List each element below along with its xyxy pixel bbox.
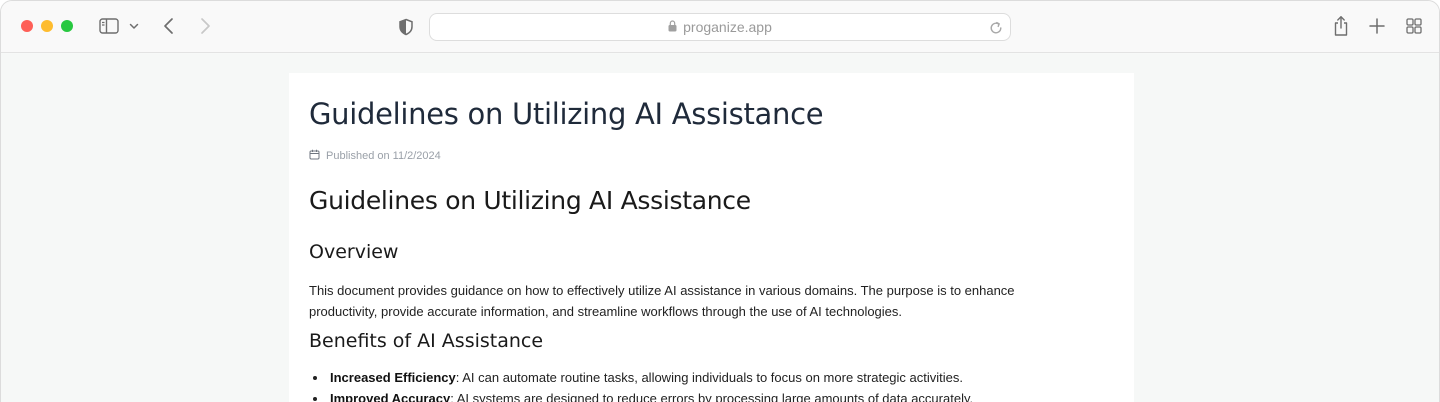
publish-date: Published on 11/2/2024 xyxy=(326,150,441,162)
benefit-term: Improved Accuracy xyxy=(330,391,451,402)
minimize-window-button[interactable] xyxy=(41,20,53,32)
lock-icon xyxy=(668,19,677,35)
address-bar[interactable]: proganize.app xyxy=(429,13,1011,41)
overview-paragraph: This document provides guidance on how t… xyxy=(309,283,1015,319)
url-text[interactable]: proganize.app xyxy=(683,19,772,35)
sidebar-icon[interactable] xyxy=(99,18,119,34)
benefit-term: Increased Efficiency xyxy=(330,370,456,385)
browser-toolbar: proganize.app xyxy=(1,1,1439,53)
publish-meta: Published on 11/2/2024 xyxy=(309,149,441,163)
chevron-down-icon[interactable] xyxy=(128,20,140,32)
list-item: Increased Efficiency: AI can automate ro… xyxy=(309,367,1109,388)
forward-icon[interactable] xyxy=(197,17,213,35)
tab-overview-icon[interactable] xyxy=(1405,17,1423,35)
page-viewport: Guidelines on Utilizing AI Assistance Pu… xyxy=(1,54,1439,402)
benefit-text: : AI systems are designed to reduce erro… xyxy=(450,391,974,402)
page-title: Guidelines on Utilizing AI Assistance xyxy=(309,97,824,131)
close-window-button[interactable] xyxy=(21,20,33,32)
overview-heading: Overview xyxy=(309,241,399,263)
calendar-icon xyxy=(309,149,320,163)
list-item: Improved Accuracy: AI systems are design… xyxy=(309,388,1109,402)
benefit-text: : AI can automate routine tasks, allowin… xyxy=(455,370,963,385)
article-card: Guidelines on Utilizing AI Assistance Pu… xyxy=(289,73,1134,402)
back-icon[interactable] xyxy=(161,17,177,35)
share-icon[interactable] xyxy=(1332,15,1350,37)
shield-icon[interactable] xyxy=(398,18,414,36)
reload-icon[interactable] xyxy=(988,20,1004,36)
benefits-list: Increased Efficiency: AI can automate ro… xyxy=(309,367,1109,402)
article-heading: Guidelines on Utilizing AI Assistance xyxy=(309,186,751,215)
zoom-window-button[interactable] xyxy=(61,20,73,32)
browser-window: proganize.app Guidelines on Utilizing AI… xyxy=(0,0,1440,402)
benefits-heading: Benefits of AI Assistance xyxy=(309,330,544,352)
plus-icon[interactable] xyxy=(1368,17,1386,35)
